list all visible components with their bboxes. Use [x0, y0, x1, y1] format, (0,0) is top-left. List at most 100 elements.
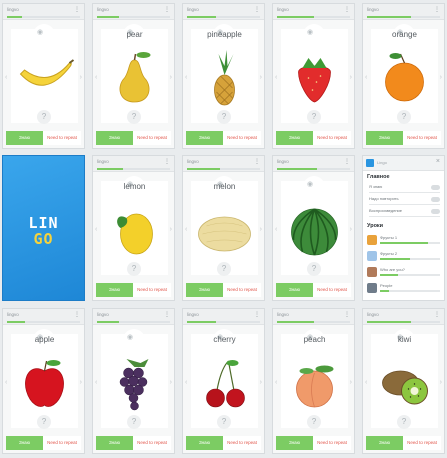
lesson-item[interactable]: Фрукты 1 — [367, 234, 440, 247]
next-arrow-icon[interactable]: › — [350, 226, 352, 233]
next-arrow-icon[interactable]: › — [80, 379, 82, 386]
prev-arrow-icon[interactable]: ‹ — [365, 74, 367, 81]
known-button[interactable]: Знаю — [96, 131, 133, 145]
next-arrow-icon[interactable]: › — [260, 74, 262, 81]
progress-bar — [7, 321, 80, 323]
kiwi-image — [382, 370, 428, 405]
known-button[interactable]: Знаю — [276, 436, 313, 450]
prev-arrow-icon[interactable]: ‹ — [275, 74, 277, 81]
known-button[interactable]: Знаю — [6, 436, 43, 450]
hint-icon[interactable]: ? — [37, 415, 51, 429]
toggle-switch[interactable] — [431, 197, 440, 202]
next-arrow-icon[interactable]: › — [260, 226, 262, 233]
next-arrow-icon[interactable]: › — [350, 74, 352, 81]
hint-icon[interactable]: ? — [307, 415, 321, 429]
known-button[interactable]: Знаю — [276, 131, 313, 145]
hint-icon[interactable]: ? — [217, 262, 231, 276]
settings-row[interactable]: Воспроизведение — [369, 208, 440, 217]
next-arrow-icon[interactable]: › — [440, 379, 442, 386]
eye-icon[interactable]: ◉ — [37, 28, 43, 36]
eye-icon[interactable]: ◉ — [307, 28, 313, 36]
need-to-repeat-button[interactable]: Need to repeat — [43, 131, 81, 145]
prev-arrow-icon[interactable]: ‹ — [95, 74, 97, 81]
menu-icon[interactable]: ⋮ — [434, 311, 440, 318]
need-to-repeat-button[interactable]: Need to repeat — [43, 436, 81, 450]
progress-fill — [187, 321, 217, 323]
menu-icon[interactable]: ⋮ — [434, 6, 440, 13]
need-to-repeat-button[interactable]: Need to repeat — [223, 283, 261, 297]
menu-icon[interactable]: ⋮ — [344, 158, 350, 165]
progress-bar — [7, 16, 80, 18]
menu-icon[interactable]: ⋮ — [254, 311, 260, 318]
hint-icon[interactable]: ? — [37, 110, 51, 124]
need-to-repeat-button[interactable]: Need to repeat — [133, 436, 171, 450]
need-to-repeat-button[interactable]: Need to repeat — [223, 436, 261, 450]
next-arrow-icon[interactable]: › — [440, 74, 442, 81]
next-arrow-icon[interactable]: › — [260, 379, 262, 386]
status-title: lingvo — [367, 312, 379, 317]
menu-icon[interactable]: ⋮ — [164, 311, 170, 318]
menu-icon[interactable]: ⋮ — [254, 6, 260, 13]
prev-arrow-icon[interactable]: ‹ — [5, 74, 7, 81]
known-button[interactable]: Знаю — [96, 436, 133, 450]
hint-icon[interactable]: ? — [397, 110, 411, 124]
known-button[interactable]: Знаю — [96, 283, 133, 297]
prev-arrow-icon[interactable]: ‹ — [5, 379, 7, 386]
need-to-repeat-button[interactable]: Need to repeat — [133, 283, 171, 297]
prev-arrow-icon[interactable]: ‹ — [275, 226, 277, 233]
menu-icon[interactable]: ⋮ — [74, 311, 80, 318]
menu-icon[interactable]: ⋮ — [164, 6, 170, 13]
hint-icon[interactable]: ? — [397, 415, 411, 429]
hint-icon[interactable]: ? — [307, 110, 321, 124]
prev-arrow-icon[interactable]: ‹ — [185, 226, 187, 233]
hint-icon[interactable]: ? — [217, 415, 231, 429]
prev-arrow-icon[interactable]: ‹ — [185, 74, 187, 81]
prev-arrow-icon[interactable]: ‹ — [275, 379, 277, 386]
settings-row[interactable]: Я знаю — [369, 184, 440, 193]
prev-arrow-icon[interactable]: ‹ — [95, 379, 97, 386]
next-arrow-icon[interactable]: › — [170, 74, 172, 81]
known-button[interactable]: Знаю — [366, 436, 403, 450]
menu-icon[interactable]: ⋮ — [164, 158, 170, 165]
progress-bar — [277, 168, 350, 170]
need-to-repeat-button[interactable]: Need to repeat — [133, 131, 171, 145]
next-arrow-icon[interactable]: › — [170, 379, 172, 386]
hint-icon[interactable]: ? — [217, 110, 231, 124]
close-icon[interactable]: × — [436, 158, 440, 165]
need-to-repeat-button[interactable]: Need to repeat — [313, 131, 351, 145]
eye-icon[interactable]: ◉ — [127, 333, 133, 341]
eye-icon[interactable]: ◉ — [307, 180, 313, 188]
hint-icon[interactable]: ? — [127, 110, 141, 124]
toggle-switch[interactable] — [431, 185, 440, 190]
known-button[interactable]: Знаю — [186, 436, 223, 450]
toggle-switch[interactable] — [431, 209, 440, 214]
known-button[interactable]: Знаю — [366, 131, 403, 145]
menu-icon[interactable]: ⋮ — [74, 6, 80, 13]
lesson-item[interactable]: Who are you? — [367, 266, 440, 279]
menu-icon[interactable]: ⋮ — [254, 158, 260, 165]
lesson-item[interactable]: People — [367, 282, 440, 295]
menu-icon[interactable]: ⋮ — [344, 6, 350, 13]
need-to-repeat-button[interactable]: Need to repeat — [403, 436, 441, 450]
prev-arrow-icon[interactable]: ‹ — [95, 226, 97, 233]
known-button[interactable]: Знаю — [276, 283, 313, 297]
known-button[interactable]: Знаю — [6, 131, 43, 145]
need-to-repeat-button[interactable]: Need to repeat — [223, 131, 261, 145]
next-arrow-icon[interactable]: › — [350, 379, 352, 386]
prev-arrow-icon[interactable]: ‹ — [185, 379, 187, 386]
prev-arrow-icon[interactable]: ‹ — [365, 379, 367, 386]
known-button[interactable]: Знаю — [186, 131, 223, 145]
known-button[interactable]: Знаю — [186, 283, 223, 297]
need-to-repeat-button[interactable]: Need to repeat — [403, 131, 441, 145]
hint-icon[interactable]: ? — [127, 262, 141, 276]
need-to-repeat-button[interactable]: Need to repeat — [313, 283, 351, 297]
settings-row[interactable]: Надо повторить — [369, 196, 440, 205]
next-arrow-icon[interactable]: › — [80, 74, 82, 81]
hint-icon[interactable]: ? — [307, 262, 321, 276]
hint-icon[interactable]: ? — [127, 415, 141, 429]
next-arrow-icon[interactable]: › — [170, 226, 172, 233]
progress-fill — [97, 321, 119, 323]
lesson-item[interactable]: Фрукты 2 — [367, 250, 440, 263]
menu-icon[interactable]: ⋮ — [344, 311, 350, 318]
need-to-repeat-button[interactable]: Need to repeat — [313, 436, 351, 450]
